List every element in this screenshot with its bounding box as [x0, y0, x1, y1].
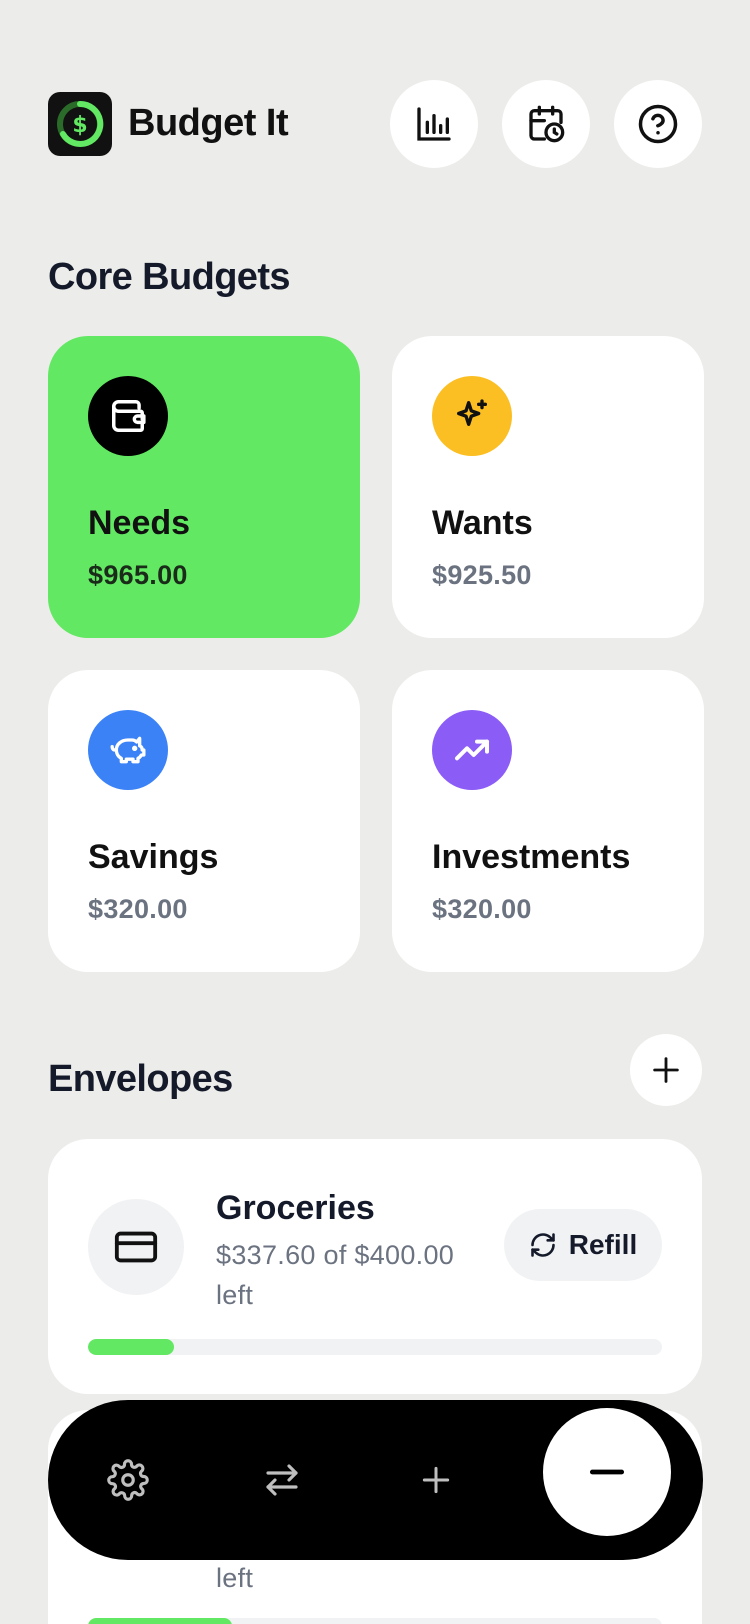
help-icon — [638, 104, 678, 144]
add-income-button[interactable] — [396, 1440, 476, 1520]
sparkle-icon — [432, 376, 512, 456]
budget-card-wants[interactable]: Wants $925.50 — [392, 336, 704, 638]
budget-name: Needs — [88, 504, 191, 542]
envelope-progress-track — [88, 1618, 662, 1624]
budget-name: Investments — [432, 838, 631, 876]
piggy-bank-icon — [88, 710, 168, 790]
refill-button[interactable]: Refill — [504, 1209, 662, 1281]
arrows-swap-icon — [266, 1464, 298, 1496]
budget-amount: $320.00 — [432, 894, 532, 924]
schedule-button[interactable] — [502, 80, 590, 168]
envelope-remaining: $337.60 of $400.00 left — [216, 1240, 455, 1310]
core-budgets-title: Core Budgets — [48, 256, 291, 298]
budget-card-needs[interactable]: Needs $965.00 — [48, 336, 360, 638]
budget-amount: $925.50 — [432, 560, 532, 590]
bottom-action-bar — [48, 1400, 703, 1560]
chart-icon — [417, 107, 451, 141]
trending-up-icon — [432, 710, 512, 790]
calendar-clock-icon — [529, 105, 565, 143]
envelopes-title: Envelopes — [48, 1058, 233, 1100]
budget-name: Wants — [432, 504, 533, 542]
stats-button[interactable] — [390, 80, 478, 168]
envelope-progress-fill — [88, 1339, 175, 1355]
envelope-progress-track — [88, 1339, 662, 1355]
add-expense-button[interactable] — [543, 1408, 671, 1536]
refill-label: Refill — [568, 1229, 638, 1260]
envelope-progress-fill — [88, 1618, 232, 1624]
budget-card-savings[interactable]: Savings $320.00 — [48, 670, 360, 972]
wallet-icon — [88, 376, 168, 456]
help-button[interactable] — [614, 80, 702, 168]
settings-button[interactable] — [88, 1440, 168, 1520]
budget-amount: $965.00 — [88, 560, 188, 590]
svg-text:$: $ — [72, 113, 87, 138]
credit-card-icon — [88, 1199, 184, 1295]
minus-icon — [589, 1469, 625, 1475]
envelope-card-groceries[interactable]: Groceries $337.60 of $400.00 left Refill — [48, 1139, 702, 1394]
plus-icon — [653, 1057, 679, 1083]
budget-card-investments[interactable]: Investments $320.00 — [392, 670, 704, 972]
envelope-name: Groceries — [216, 1189, 375, 1227]
gear-icon — [107, 1459, 149, 1501]
dollar-ring-icon: $ — [57, 100, 104, 147]
transfer-button[interactable] — [242, 1440, 322, 1520]
add-envelope-button[interactable] — [630, 1034, 702, 1106]
budget-amount: $320.00 — [88, 894, 188, 924]
app-title: Budget It — [128, 102, 289, 144]
budget-name: Savings — [88, 838, 219, 876]
plus-icon — [422, 1466, 450, 1494]
envelope-remaining: left — [216, 1563, 254, 1593]
refresh-icon — [530, 1233, 555, 1257]
app-header: $ Budget It — [48, 80, 702, 168]
app-logo: $ — [48, 92, 112, 156]
